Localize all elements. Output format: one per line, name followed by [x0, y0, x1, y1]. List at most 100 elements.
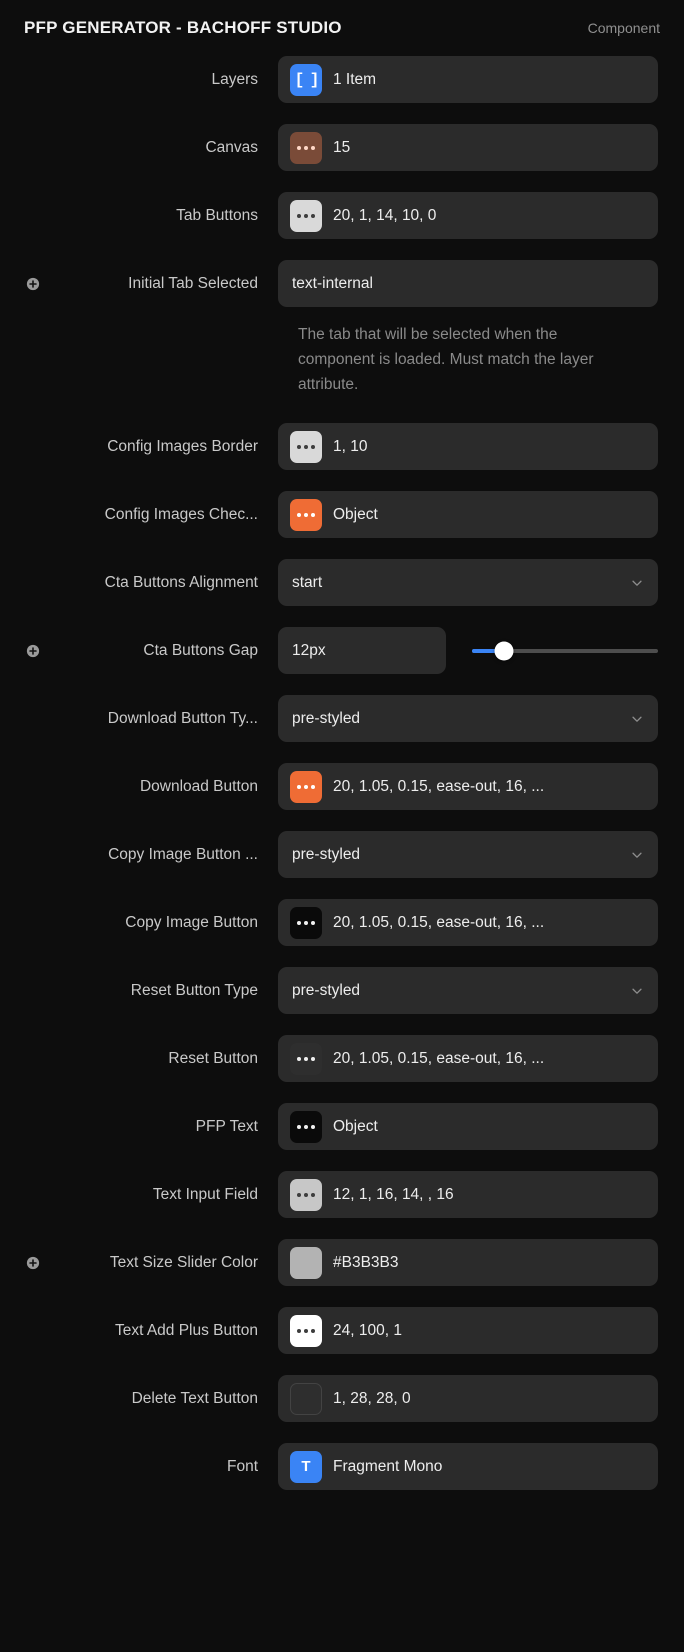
download-button-field[interactable]: 20, 1.05, 0.15, ease-out, 16, ... — [278, 763, 658, 811]
pfp-text-value: Object — [333, 1117, 378, 1135]
text-input-field-field[interactable]: 12, 1, 16, 14, , 16 — [278, 1171, 658, 1219]
initial-tab-selected-label: Initial Tab Selected — [26, 275, 278, 293]
ellipsis-swatch-icon[interactable] — [290, 498, 322, 531]
text-input-field-value: 12, 1, 16, 14, , 16 — [333, 1185, 454, 1203]
config-images-chec-field[interactable]: Object — [278, 491, 658, 539]
text-size-slider-color-value: #B3B3B3 — [333, 1253, 399, 1271]
layers-label: Layers — [26, 71, 278, 89]
ellipsis-swatch-icon[interactable] — [290, 1178, 322, 1211]
config-images-border-field[interactable]: 1, 10 — [278, 423, 658, 471]
ellipsis-swatch-icon[interactable] — [290, 1110, 322, 1143]
cta-buttons-gap-label-text: Cta Buttons Gap — [143, 641, 258, 659]
config-images-chec-label: Config Images Chec... — [26, 506, 278, 524]
array-brackets-icon[interactable]: [ ] — [290, 63, 322, 96]
chevron-down-icon[interactable] — [630, 848, 644, 862]
font-label-text: Font — [226, 1457, 258, 1475]
cta-buttons-gap-field[interactable]: 12px — [278, 627, 446, 675]
copy-image-button-field[interactable]: 20, 1.05, 0.15, ease-out, 16, ... — [278, 899, 658, 947]
property-row-download-button-ty: Download Button Ty... pre-styled — [26, 695, 658, 743]
property-row-cta-buttons-gap: Cta Buttons Gap 12px — [26, 627, 658, 675]
delete-text-button-label-text: Delete Text Button — [131, 1389, 258, 1407]
cta-buttons-alignment-field[interactable]: start — [278, 559, 658, 607]
chevron-down-icon[interactable] — [630, 576, 644, 590]
tab-buttons-label-text: Tab Buttons — [176, 206, 258, 224]
layers-value: 1 Item — [333, 70, 377, 88]
plus-circle-icon[interactable] — [26, 644, 40, 658]
ellipsis-dots — [297, 1192, 315, 1197]
font-value: Fragment Mono — [333, 1457, 443, 1475]
font-type-icon[interactable]: T — [290, 1450, 322, 1483]
ellipsis-dots — [297, 213, 315, 218]
text-input-field-label: Text Input Field — [26, 1186, 278, 1204]
copy-image-button-label-text: Copy Image Button ... — [108, 845, 258, 863]
download-button-label: Download Button — [26, 778, 278, 796]
download-button-value: 20, 1.05, 0.15, ease-out, 16, ... — [333, 777, 545, 795]
initial-tab-selected-field[interactable]: text-internal — [278, 260, 658, 307]
copy-image-button-label: Copy Image Button — [26, 914, 278, 932]
color-swatch-icon[interactable] — [290, 1382, 322, 1415]
cta-buttons-alignment-label: Cta Buttons Alignment — [26, 574, 278, 592]
layers-label-text: Layers — [211, 70, 258, 88]
cta-buttons-gap-label: Cta Buttons Gap — [26, 642, 278, 660]
download-button-label-text: Download Button — [139, 777, 258, 795]
ellipsis-dots — [297, 1056, 315, 1061]
download-button-ty-label-text: Download Button Ty... — [107, 709, 258, 727]
download-button-ty-label: Download Button Ty... — [26, 710, 278, 728]
property-row-text-size-slider-color: Text Size Slider Color #B3B3B3 — [26, 1239, 658, 1287]
reset-button-label-text: Reset Button — [168, 1049, 258, 1067]
config-images-border-label: Config Images Border — [26, 438, 278, 456]
ellipsis-dots — [297, 920, 315, 925]
reset-button-type-field[interactable]: pre-styled — [278, 967, 658, 1015]
canvas-field[interactable]: 15 — [278, 124, 658, 171]
copy-image-button-field[interactable]: pre-styled — [278, 831, 658, 879]
reset-button-value: 20, 1.05, 0.15, ease-out, 16, ... — [333, 1049, 545, 1067]
property-row-initial-tab-selected: Initial Tab Selected text-internal — [26, 260, 658, 307]
text-add-plus-button-label: Text Add Plus Button — [26, 1322, 278, 1340]
property-row-text-input-field: Text Input Field 12, 1, 16, 14, , 16 — [26, 1171, 658, 1219]
reset-button-type-value: pre-styled — [292, 981, 361, 999]
slider-track[interactable] — [472, 641, 658, 661]
property-row-config-images-border: Config Images Border 1, 10 — [26, 423, 658, 471]
ellipsis-swatch-icon[interactable] — [290, 1042, 322, 1075]
property-row-download-button: Download Button 20, 1.05, 0.15, ease-out,… — [26, 763, 658, 811]
letter-t-glyph: T — [301, 1458, 311, 1476]
cta-buttons-alignment-value: start — [292, 573, 323, 591]
ellipsis-swatch-icon[interactable] — [290, 1314, 322, 1347]
text-size-slider-color-field[interactable]: #B3B3B3 — [278, 1239, 658, 1287]
page-title: PFP GENERATOR - BACHOFF STUDIO — [24, 18, 342, 37]
slider-thumb[interactable] — [494, 641, 514, 661]
ellipsis-swatch-icon[interactable] — [290, 199, 322, 232]
ellipsis-swatch-icon[interactable] — [290, 906, 322, 939]
pfp-text-label-text: PFP Text — [195, 1117, 258, 1135]
font-field[interactable]: T Fragment Mono — [278, 1443, 658, 1491]
initial-tab-selected-helper-text: The tab that will be selected when the c… — [298, 326, 594, 394]
layers-field[interactable]: [ ] 1 Item — [278, 56, 658, 103]
pfp-text-field[interactable]: Object — [278, 1103, 658, 1151]
chevron-down-icon[interactable] — [630, 984, 644, 998]
text-add-plus-button-field[interactable]: 24, 100, 1 — [278, 1307, 658, 1355]
plus-circle-icon[interactable] — [26, 277, 40, 291]
ellipsis-swatch-icon[interactable] — [290, 770, 322, 803]
canvas-label-text: Canvas — [205, 138, 258, 156]
download-button-ty-field[interactable]: pre-styled — [278, 695, 658, 743]
initial-tab-selected-value: text-internal — [292, 274, 373, 292]
delete-text-button-field[interactable]: 1, 28, 28, 0 — [278, 1375, 658, 1423]
ellipsis-dots — [297, 444, 315, 449]
ellipsis-swatch-icon[interactable] — [290, 131, 322, 164]
property-row-cta-buttons-alignment: Cta Buttons Alignment start — [26, 559, 658, 607]
copy-image-button-value: pre-styled — [292, 845, 361, 863]
reset-button-field[interactable]: 20, 1.05, 0.15, ease-out, 16, ... — [278, 1035, 658, 1083]
tab-buttons-field[interactable]: 20, 1, 14, 10, 0 — [278, 192, 658, 239]
ellipsis-swatch-icon[interactable] — [290, 430, 322, 463]
config-images-chec-label-text: Config Images Chec... — [104, 505, 258, 523]
property-rows: Layers [ ] 1 Item Canvas 15 Tab Buttons 20, 1,… — [0, 52, 684, 1491]
color-swatch-icon[interactable] — [290, 1246, 322, 1279]
plus-circle-icon[interactable] — [26, 1256, 40, 1270]
property-row-canvas: Canvas 15 — [26, 124, 658, 171]
brackets-glyph: [ ] — [294, 70, 320, 89]
cta-buttons-gap-slider[interactable] — [472, 627, 658, 674]
config-images-border-label-text: Config Images Border — [107, 437, 258, 455]
delete-text-button-value: 1, 28, 28, 0 — [333, 1389, 411, 1407]
cta-buttons-gap-value: 12px — [292, 641, 326, 659]
chevron-down-icon[interactable] — [630, 712, 644, 726]
